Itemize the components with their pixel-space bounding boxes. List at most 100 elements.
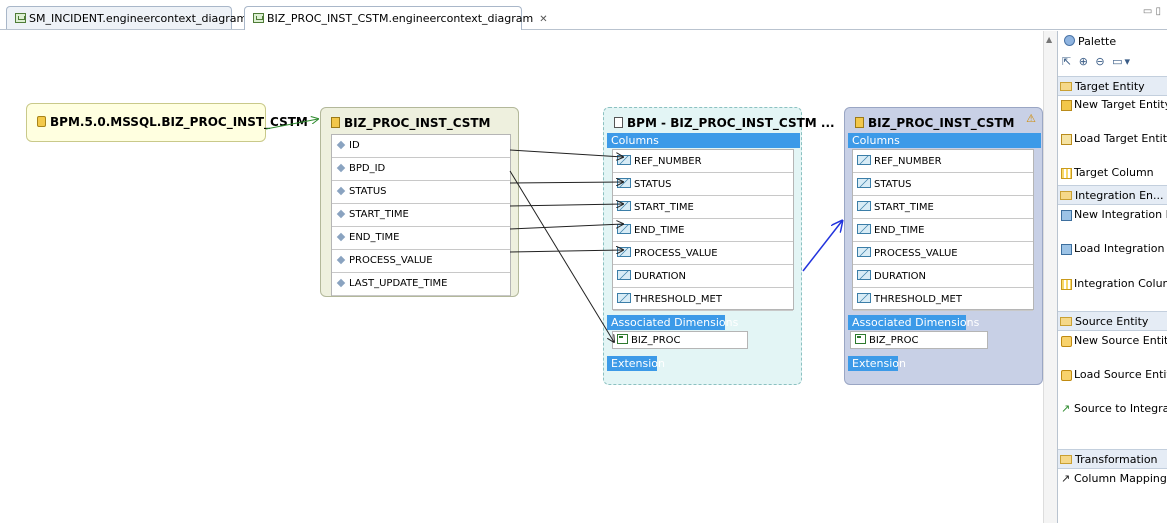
palette-item-new-target-entity[interactable]: New Target Entity (1058, 98, 1167, 126)
integration-entity-node[interactable]: BPM - BIZ_PROC_INST_CSTM ... Columns REF… (603, 107, 835, 385)
palette-item-load-source-entity[interactable]: Load Source Entity (1058, 368, 1167, 396)
canvas-vertical-scrollbar[interactable]: ▲ (1043, 31, 1057, 523)
diagram-file-icon (253, 13, 264, 23)
attribute-icon (336, 163, 346, 173)
source-column-row[interactable]: ID (332, 135, 510, 158)
source-column-row[interactable]: STATUS (332, 181, 510, 204)
palette-drawer-source-entity[interactable]: Source Entity (1058, 311, 1167, 331)
palette-item-column-mapping[interactable]: ↗ Column Mapping (1058, 472, 1167, 500)
database-icon (37, 116, 46, 127)
integration-column-row[interactable]: DURATION (613, 265, 793, 288)
dimension-icon (617, 334, 628, 344)
column-icon (1061, 279, 1072, 290)
warning-icon[interactable]: ⚠ (1026, 112, 1036, 125)
palette-header: Palette (1058, 35, 1167, 51)
integration-column-row[interactable]: PROCESS_VALUE (613, 242, 793, 265)
load-target-icon (1061, 134, 1072, 145)
new-integration-icon (1061, 210, 1072, 221)
palette-drawer-transformation[interactable]: Transformation (1058, 449, 1167, 469)
attribute-icon (336, 209, 346, 219)
column-icon (617, 293, 631, 303)
new-source-icon (1061, 336, 1072, 347)
associated-dimensions-header: Associated Dimensions (607, 315, 738, 330)
tab-label: BIZ_PROC_INST_CSTM.engineercontext_diagr… (267, 12, 534, 25)
integration-column-row[interactable]: REF_NUMBER (613, 150, 793, 173)
target-column-row[interactable]: THRESHOLD_MET (853, 288, 1033, 311)
attribute-icon (336, 186, 346, 196)
folder-open-icon (1060, 317, 1072, 326)
target-column-row[interactable]: STATUS (853, 173, 1033, 196)
palette-item-load-integration-entity[interactable]: Load Integration Entity (1058, 242, 1167, 270)
node-title: BPM.5.0.MSSQL.BIZ_PROC_INST_CSTM (50, 115, 308, 129)
source-column-row[interactable]: START_TIME (332, 204, 510, 227)
dimension-icon (855, 334, 866, 344)
close-icon[interactable]: ✕ (539, 14, 547, 25)
attribute-icon (336, 140, 346, 150)
palette-drawer-target-entity[interactable]: Target Entity (1058, 76, 1167, 96)
target-column-row[interactable]: REF_NUMBER (853, 150, 1033, 173)
target-column-list: REF_NUMBER STATUS START_TIME END_TIME PR… (852, 149, 1034, 311)
target-entity-node[interactable]: BIZ_PROC_INST_CSTM ⚠ Columns REF_NUMBER … (844, 107, 1043, 385)
dimension-row[interactable]: BIZ_PROC (850, 331, 988, 349)
column-icon (617, 224, 631, 234)
target-column-row[interactable]: PROCESS_VALUE (853, 242, 1033, 265)
node-title: BIZ_PROC_INST_CSTM (344, 116, 491, 130)
tab-label: SM_INCIDENT.engineercontext_diagram (29, 12, 248, 25)
column-icon (617, 155, 631, 165)
column-icon (857, 155, 871, 165)
column-icon (857, 270, 871, 280)
mapping-arrow-icon: ↗ (1061, 472, 1071, 485)
source-column-row[interactable]: LAST_UPDATE_TIME (332, 273, 510, 296)
palette-drawer-integration-entity[interactable]: Integration En... (1058, 185, 1167, 205)
palette-panel: Palette ⇱ ⊕ ⊖ ▭▾ Target Entity New Targe… (1057, 31, 1167, 523)
palette-item-integration-column[interactable]: Integration Column (1058, 277, 1167, 305)
integration-column-row[interactable]: END_TIME (613, 219, 793, 242)
source-column-row[interactable]: PROCESS_VALUE (332, 250, 510, 273)
palette-title: Palette (1078, 35, 1117, 48)
integration-entity-icon (614, 117, 623, 128)
source-database-node[interactable]: BPM.5.0.MSSQL.BIZ_PROC_INST_CSTM (26, 103, 308, 142)
source-column-row[interactable]: BPD_ID (332, 158, 510, 181)
folder-open-icon (1060, 82, 1072, 91)
source-entity-node[interactable]: BIZ_PROC_INST_CSTM ID BPD_ID STATUS STAR… (320, 107, 519, 297)
node-title: BIZ_PROC_INST_CSTM (868, 116, 1015, 130)
attribute-icon (336, 278, 346, 288)
column-icon (857, 178, 871, 188)
integration-column-row[interactable]: THRESHOLD_MET (613, 288, 793, 311)
column-icon (617, 270, 631, 280)
column-icon (857, 293, 871, 303)
new-target-icon (1061, 100, 1072, 111)
integration-column-row[interactable]: STATUS (613, 173, 793, 196)
target-column-row[interactable]: END_TIME (853, 219, 1033, 242)
target-column-row[interactable]: START_TIME (853, 196, 1033, 219)
palette-item-target-column[interactable]: Target Column (1058, 166, 1167, 182)
palette-item-load-target-entity[interactable]: Load Target Entity (1058, 132, 1167, 160)
column-icon (857, 201, 871, 211)
relation-arrow-icon: ↗ (1061, 402, 1071, 415)
target-column-row[interactable]: DURATION (853, 265, 1033, 288)
load-source-icon (1061, 370, 1072, 381)
palette-toolbar[interactable]: ⇱ ⊕ ⊖ ▭▾ (1058, 53, 1167, 73)
dimension-row[interactable]: BIZ_PROC (612, 331, 748, 349)
source-column-row[interactable]: END_TIME (332, 227, 510, 250)
attribute-icon (336, 255, 346, 265)
palette-item-new-integration-entity[interactable]: New Integration Entity (1058, 208, 1167, 236)
integration-column-row[interactable]: START_TIME (613, 196, 793, 219)
target-entity-icon (855, 117, 864, 128)
column-icon (617, 247, 631, 257)
tab-sm-incident-diagram[interactable]: SM_INCIDENT.engineercontext_diagram (6, 6, 247, 29)
node-title: BPM - BIZ_PROC_INST_CSTM ... (627, 116, 835, 130)
extension-section-header: Extension (607, 356, 665, 371)
palette-item-new-source-entity[interactable]: New Source Entity (1058, 334, 1167, 362)
folder-open-icon (1060, 191, 1072, 200)
associated-dimensions-header: Associated Dimensions (848, 315, 979, 330)
minimize-maximize-icon[interactable]: ▭ ▯ (1143, 6, 1161, 17)
tab-biz-proc-diagram[interactable]: BIZ_PROC_INST_CSTM.engineercontext_diagr… (244, 6, 548, 30)
load-integration-icon (1061, 244, 1072, 255)
scroll-up-icon[interactable]: ▲ (1046, 35, 1052, 44)
columns-section-header: Columns (848, 133, 1041, 148)
palette-item-source-to-integration-relation[interactable]: ↗Source to Integration Relation (1058, 402, 1167, 444)
column-icon (617, 178, 631, 188)
folder-open-icon (1060, 455, 1072, 464)
palette-icon (1064, 35, 1075, 46)
